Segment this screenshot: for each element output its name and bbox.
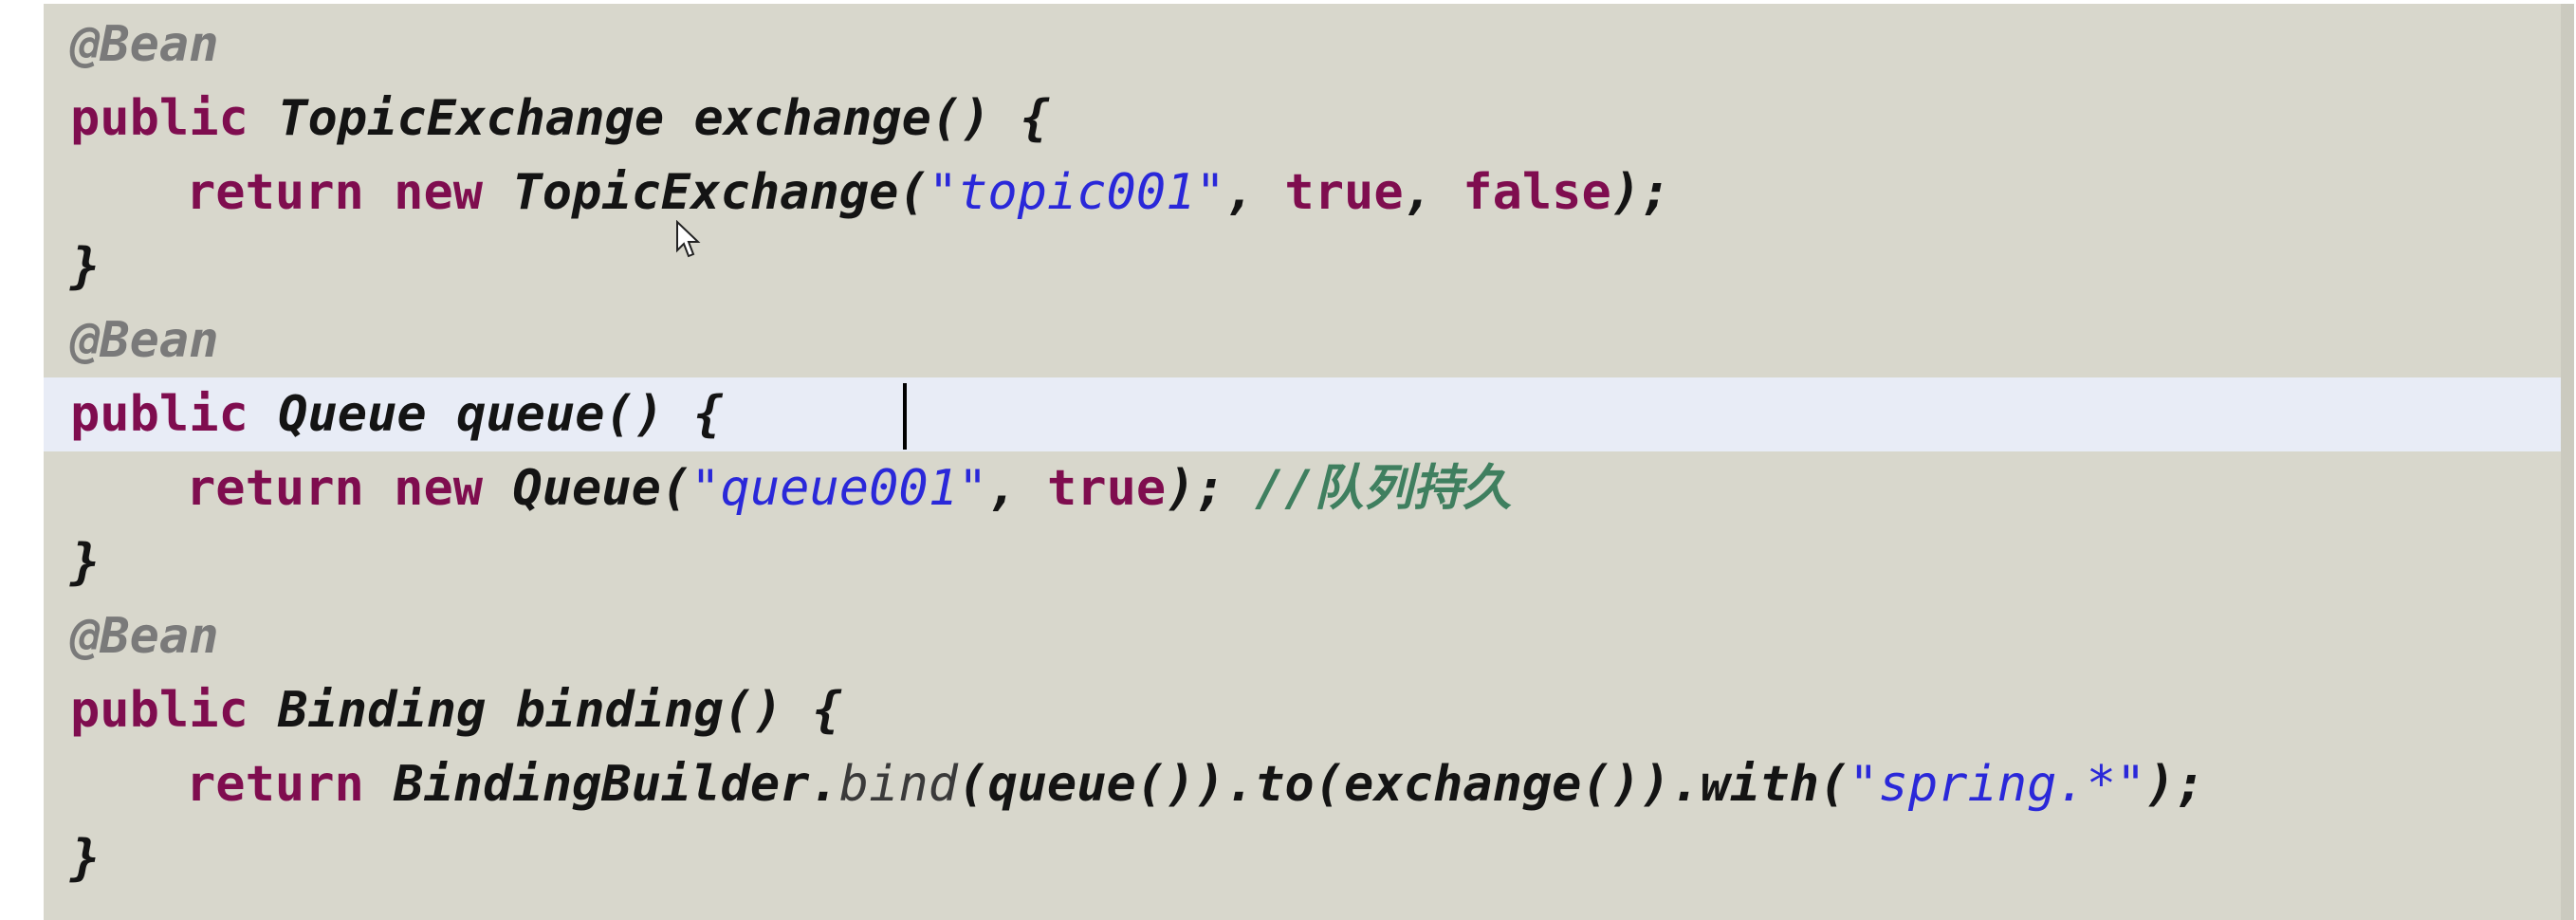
type-name: TopicExchange [278,90,665,147]
keyword: true [1284,164,1404,221]
scrollbar[interactable] [2561,4,2574,920]
code-line-11[interactable]: return BindingBuilder.bind(queue()).to(e… [44,747,2574,821]
punctuation: { [1020,90,1051,147]
punctuation: . [1224,756,1256,813]
punctuation: ); [2145,756,2205,813]
punctuation: ( [660,460,691,517]
keyword: new [394,460,484,517]
keyword: public [70,386,248,443]
punctuation: , [1224,164,1256,221]
annotation: @Bean [70,608,219,665]
type-name: Binding [278,682,487,739]
punctuation: () [930,90,991,147]
mouse-pointer-icon [676,220,701,258]
keyword: true [1046,460,1167,517]
code-line-3[interactable]: return new TopicExchange("topic001", tru… [44,156,2574,230]
punctuation: ( [1818,756,1849,813]
punctuation: ); [1610,164,1671,221]
closing-brace: } [70,238,101,295]
code-editor[interactable]: @Bean public TopicExchange exchange() { … [44,4,2574,920]
method-name: with [1700,756,1819,813]
punctuation: { [812,682,843,739]
punctuation: ); [1166,460,1225,517]
keyword: false [1463,164,1611,221]
comment: //队列持久 [1255,460,1512,517]
punctuation: ()) [1581,756,1671,813]
type-name: BindingBuilder [394,756,810,813]
type-name: Queue [512,460,661,517]
code-line-5[interactable]: @Bean [44,304,2574,377]
code-line-9[interactable]: @Bean [44,599,2574,673]
keyword: new [394,164,484,221]
code-line-2[interactable]: public TopicExchange exchange() { [44,82,2574,156]
code-line-4[interactable]: } [44,230,2574,304]
punctuation: ( [898,164,929,221]
punctuation: ( [958,756,988,813]
static-method: bind [838,756,958,813]
string-literal: "topic001" [928,164,1225,221]
code-line-12[interactable]: } [44,821,2574,895]
string-literal: "queue001" [690,460,988,517]
code-line-1[interactable]: @Bean [44,8,2574,82]
punctuation: . [1670,756,1701,813]
code-line-8[interactable]: } [44,525,2574,599]
method-name: exchange [1344,756,1582,813]
type-name: Queue [278,386,427,443]
keyword: public [70,682,248,739]
closing-brace: } [70,534,101,591]
punctuation: { [693,386,724,443]
punctuation: ()) [1135,756,1225,813]
punctuation: () [604,386,665,443]
code-line-10[interactable]: public Binding binding() { [44,673,2574,747]
punctuation: , [987,460,1018,517]
keyword: return [186,164,364,221]
punctuation: () [723,682,783,739]
code-line-6-current[interactable]: public Queue queue() { [44,377,2574,451]
punctuation: , [1403,164,1433,221]
keyword: return [186,756,364,813]
annotation: @Bean [70,16,219,73]
method-name: exchange [693,90,931,147]
closing-brace: } [70,830,101,887]
punctuation: . [809,756,839,813]
method-name: queue [987,756,1136,813]
method-name: queue [456,386,605,443]
keyword: public [70,90,248,147]
type-name: TopicExchange [512,164,899,221]
code-line-7[interactable]: return new Queue("queue001", true); //队列… [44,451,2574,525]
text-caret [903,383,907,450]
method-name: binding [515,682,724,739]
string-literal: "spring.*" [1849,756,2146,813]
method-name: to [1255,756,1315,813]
keyword: return [186,460,364,517]
annotation: @Bean [70,312,219,369]
punctuation: ( [1314,756,1345,813]
